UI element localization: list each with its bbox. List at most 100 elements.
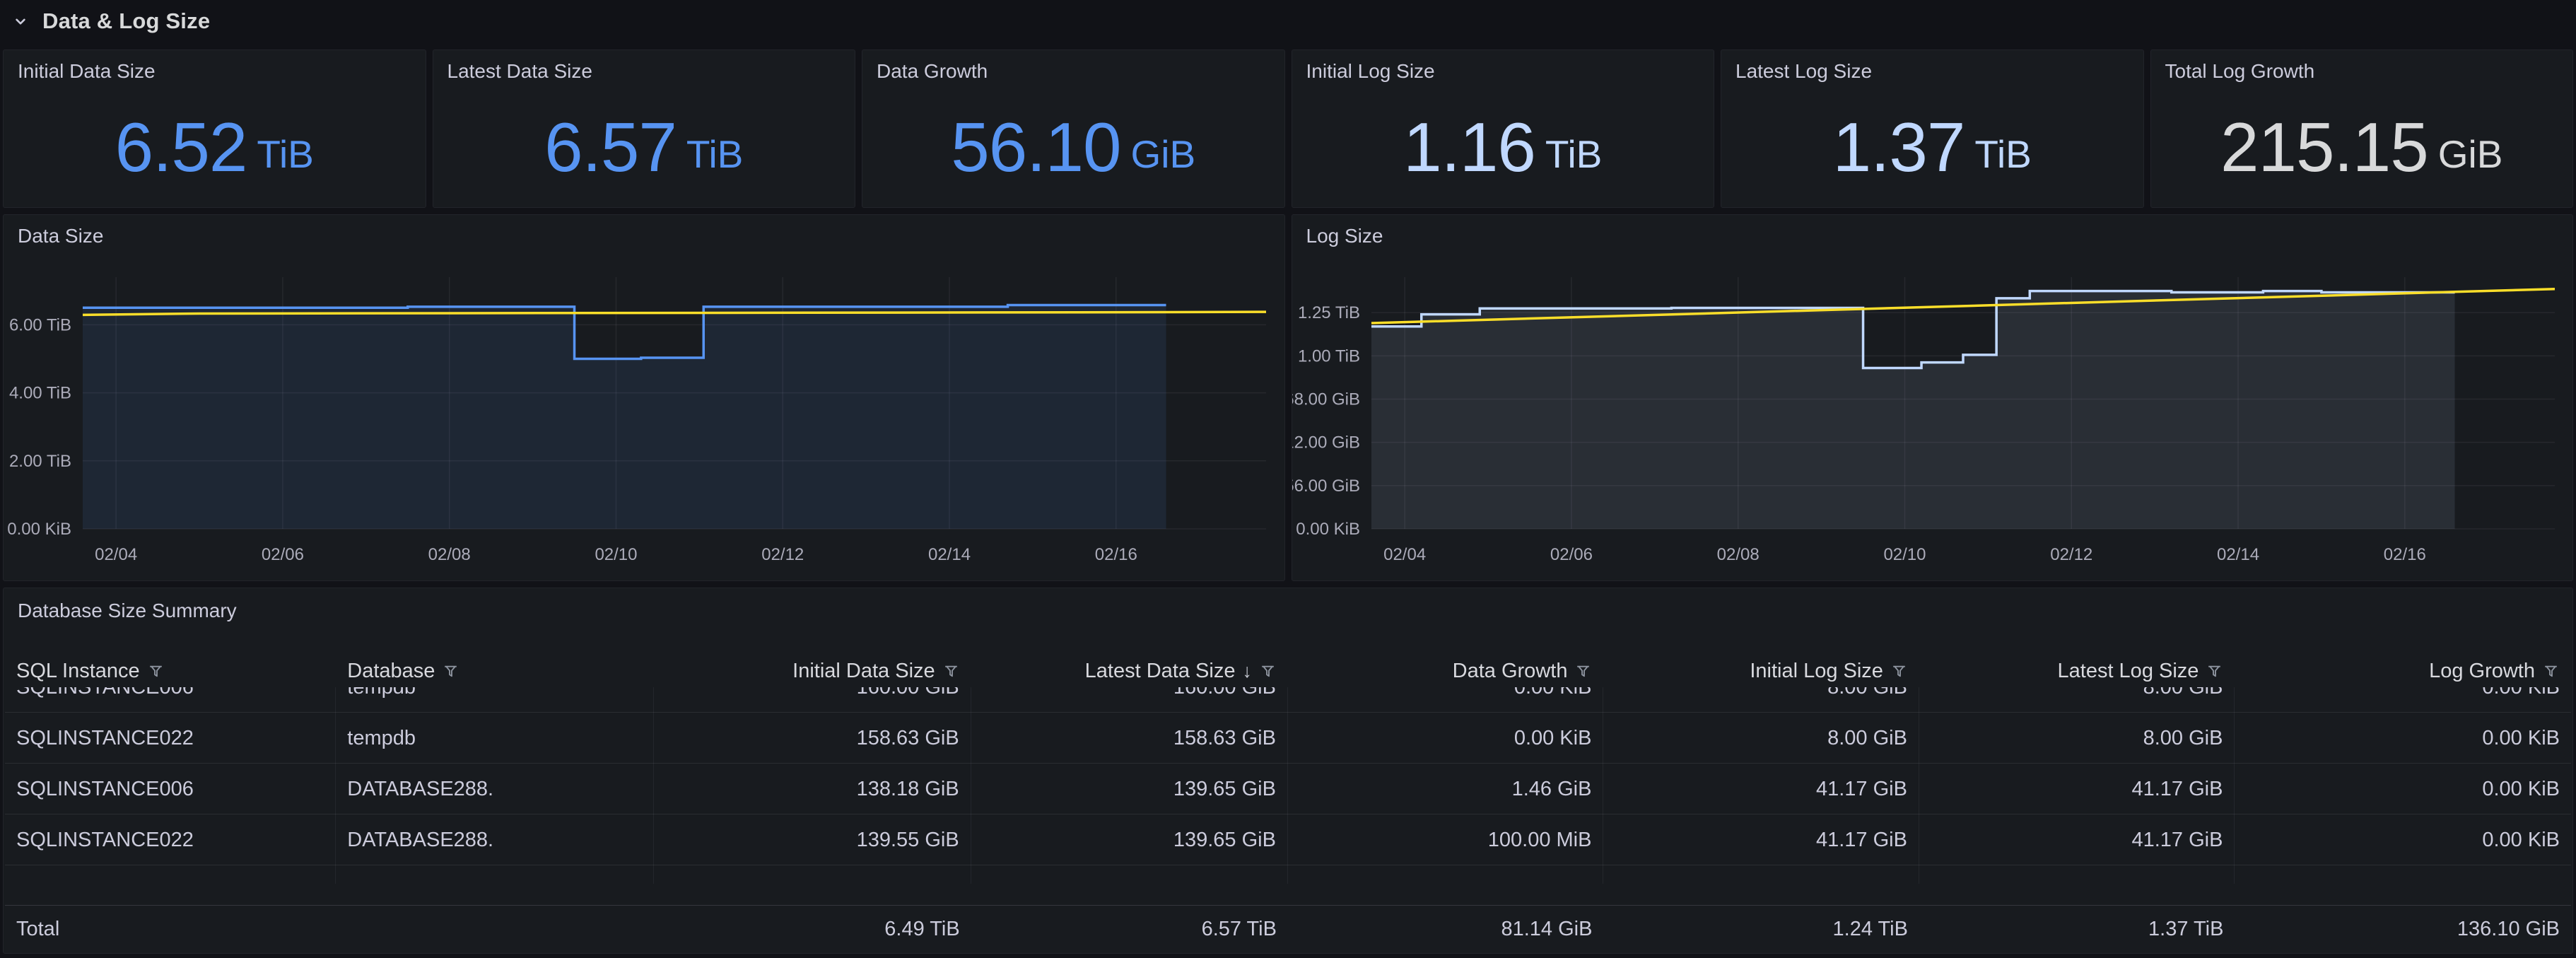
table-cell: SQLINSTANCE022 <box>5 713 336 764</box>
panel-title[interactable]: Database Size Summary <box>18 600 237 622</box>
filter-icon[interactable] <box>2206 662 2223 680</box>
filter-icon[interactable] <box>1259 662 1277 680</box>
x-axis-tick-label: 02/08 <box>428 545 471 564</box>
table-cell: 41.17 GiB <box>1919 814 2235 865</box>
stat-value: 6.57 TiB <box>433 91 855 203</box>
stat-value: 56.10 GiB <box>862 91 1284 203</box>
stat-panel-latest-data-size: Latest Data Size 6.57 TiB <box>433 49 856 208</box>
filter-icon[interactable] <box>942 662 960 680</box>
column-header-sql-instance[interactable]: SQL Instance <box>5 660 336 683</box>
x-axis-tick-label: 02/14 <box>2216 545 2259 564</box>
total-cell: 6.49 TiB <box>654 906 971 952</box>
x-axis-tick-label: 02/10 <box>1883 545 1926 564</box>
filter-icon[interactable] <box>1574 662 1592 680</box>
panel-title[interactable]: Latest Log Size <box>1735 60 1872 83</box>
panel-title[interactable]: Data Size <box>18 225 103 247</box>
sort-desc-icon[interactable]: ↓ <box>1242 660 1252 682</box>
total-cell: 1.37 TiB <box>1919 906 2235 952</box>
x-axis-tick-label: 02/08 <box>1716 545 1759 564</box>
x-axis-tick-label: 02/12 <box>761 545 804 564</box>
table-row: SQLINSTANCE006tempdb160.00 GiB160.00 GiB… <box>5 687 2571 713</box>
table-cell: DATABASE288. <box>336 764 654 814</box>
table-cell: 0.00 KiB <box>1288 713 1603 764</box>
stat-panel-data-growth: Data Growth 56.10 GiB <box>862 49 1285 208</box>
total-cell: 1.24 TiB <box>1603 906 1919 952</box>
chevron-down-icon[interactable] <box>10 11 31 32</box>
table-cell: 158.63 GiB <box>971 713 1288 764</box>
stat-panel-total-log-growth: Total Log Growth 215.15 GiB <box>2150 49 2574 208</box>
table-cell: 41.17 GiB <box>1603 764 1919 814</box>
x-axis-tick-label: 02/10 <box>595 545 637 564</box>
table-cell: 138.18 GiB <box>654 764 971 814</box>
y-axis-tick-label: 4.00 TiB <box>9 384 71 403</box>
table-body[interactable]: SQLINSTANCE006tempdb160.00 GiB160.00 GiB… <box>5 687 2571 905</box>
stat-value: 6.52 TiB <box>4 91 426 203</box>
row-header-data-log-size[interactable]: Data & Log Size <box>10 6 210 37</box>
column-header-data-growth[interactable]: Data Growth <box>1288 660 1603 683</box>
table-cell: 139.65 GiB <box>971 764 1288 814</box>
table-cell: tempdb <box>336 687 654 713</box>
x-axis-tick-label: 02/16 <box>1095 545 1137 564</box>
y-axis-tick-label: 2.00 TiB <box>9 452 71 471</box>
table-cell <box>5 865 336 884</box>
table-cell: 0.00 KiB <box>2235 713 2571 764</box>
filter-icon[interactable] <box>2542 662 2560 680</box>
panel-title[interactable]: Latest Data Size <box>447 60 592 83</box>
table-row: SQLINSTANCE022DATABASE288.139.55 GiB139.… <box>5 814 2571 865</box>
filter-icon[interactable] <box>147 662 165 680</box>
x-axis-tick-label: 02/04 <box>95 545 137 564</box>
y-axis-tick-label: 256.00 GiB <box>1292 477 1360 496</box>
table-cell: 0.00 KiB <box>2235 814 2571 865</box>
table-cell: 160.00 GiB <box>971 687 1288 713</box>
data-size-chart[interactable]: 0.00 KiB2.00 TiB4.00 TiB6.00 TiB02/0402/… <box>4 215 1284 580</box>
filter-icon[interactable] <box>1890 662 1908 680</box>
total-cell: 136.10 GiB <box>2235 906 2571 952</box>
stat-value: 1.16 TiB <box>1292 91 1714 203</box>
table-cell: 0.00 KiB <box>1288 687 1603 713</box>
y-axis-tick-label: 768.00 GiB <box>1292 390 1360 409</box>
filter-icon[interactable] <box>442 662 459 680</box>
panel-title[interactable]: Log Size <box>1306 225 1383 247</box>
table-cell: 0.00 KiB <box>2235 687 2571 713</box>
table-cell: 139.65 GiB <box>971 814 1288 865</box>
table-row: SQLINSTANCE006DATABASE288.138.18 GiB139.… <box>5 764 2571 814</box>
table-cell <box>1603 865 1919 884</box>
table-total-row: Total6.49 TiB6.57 TiB81.14 GiB1.24 TiB1.… <box>5 905 2571 952</box>
y-axis-tick-label: 6.00 TiB <box>9 315 71 334</box>
total-cell: 81.14 GiB <box>1288 906 1603 952</box>
chart-panel-log-size: Log Size 0.00 KiB256.00 GiB512.00 GiB768… <box>1292 214 2574 581</box>
x-axis-tick-label: 02/06 <box>1550 545 1592 564</box>
stat-panel-initial-data-size: Initial Data Size 6.52 TiB <box>3 49 426 208</box>
x-axis-tick-label: 02/04 <box>1383 545 1426 564</box>
table-cell: 158.63 GiB <box>654 713 971 764</box>
stat-panel-initial-log-size: Initial Log Size 1.16 TiB <box>1292 49 1715 208</box>
table-cell <box>971 865 1288 884</box>
x-axis-tick-label: 02/12 <box>2050 545 2092 564</box>
log-size-area <box>1371 291 2455 529</box>
charts-row: Data Size 0.00 KiB2.00 TiB4.00 TiB6.00 T… <box>3 214 2573 581</box>
stat-panel-latest-log-size: Latest Log Size 1.37 TiB <box>1721 49 2144 208</box>
table-row: SQLINSTANCE022tempdb158.63 GiB158.63 GiB… <box>5 713 2571 764</box>
column-header-log-growth[interactable]: Log Growth <box>2235 660 2571 683</box>
column-header-initial-data-size[interactable]: Initial Data Size <box>654 660 971 683</box>
panel-title[interactable]: Initial Data Size <box>18 60 156 83</box>
y-axis-tick-label: 1.00 TiB <box>1297 346 1359 366</box>
table-cell: 8.00 GiB <box>1919 687 2235 713</box>
panel-title[interactable]: Data Growth <box>877 60 988 83</box>
table-cell: 1.46 GiB <box>1288 764 1603 814</box>
column-header-latest-log-size[interactable]: Latest Log Size <box>1919 660 2235 683</box>
column-header-initial-log-size[interactable]: Initial Log Size <box>1603 660 1919 683</box>
x-axis-tick-label: 02/14 <box>928 545 971 564</box>
column-header-latest-data-size[interactable]: Latest Data Size↓ <box>971 660 1288 683</box>
chart-panel-data-size: Data Size 0.00 KiB2.00 TiB4.00 TiB6.00 T… <box>3 214 1285 581</box>
table-header-row: SQL InstanceDatabaseInitial Data SizeLat… <box>5 656 2571 686</box>
stats-row: Initial Data Size 6.52 TiB Latest Data S… <box>3 49 2573 208</box>
table-cell <box>1919 865 2235 884</box>
panel-title[interactable]: Initial Log Size <box>1306 60 1435 83</box>
column-header-database[interactable]: Database <box>336 660 654 683</box>
table-cell: 100.00 MiB <box>1288 814 1603 865</box>
data-size-area <box>83 305 1166 529</box>
table-cell: SQLINSTANCE022 <box>5 814 336 865</box>
log-size-chart[interactable]: 0.00 KiB256.00 GiB512.00 GiB768.00 GiB1.… <box>1292 215 2573 580</box>
panel-title[interactable]: Total Log Growth <box>2165 60 2315 83</box>
